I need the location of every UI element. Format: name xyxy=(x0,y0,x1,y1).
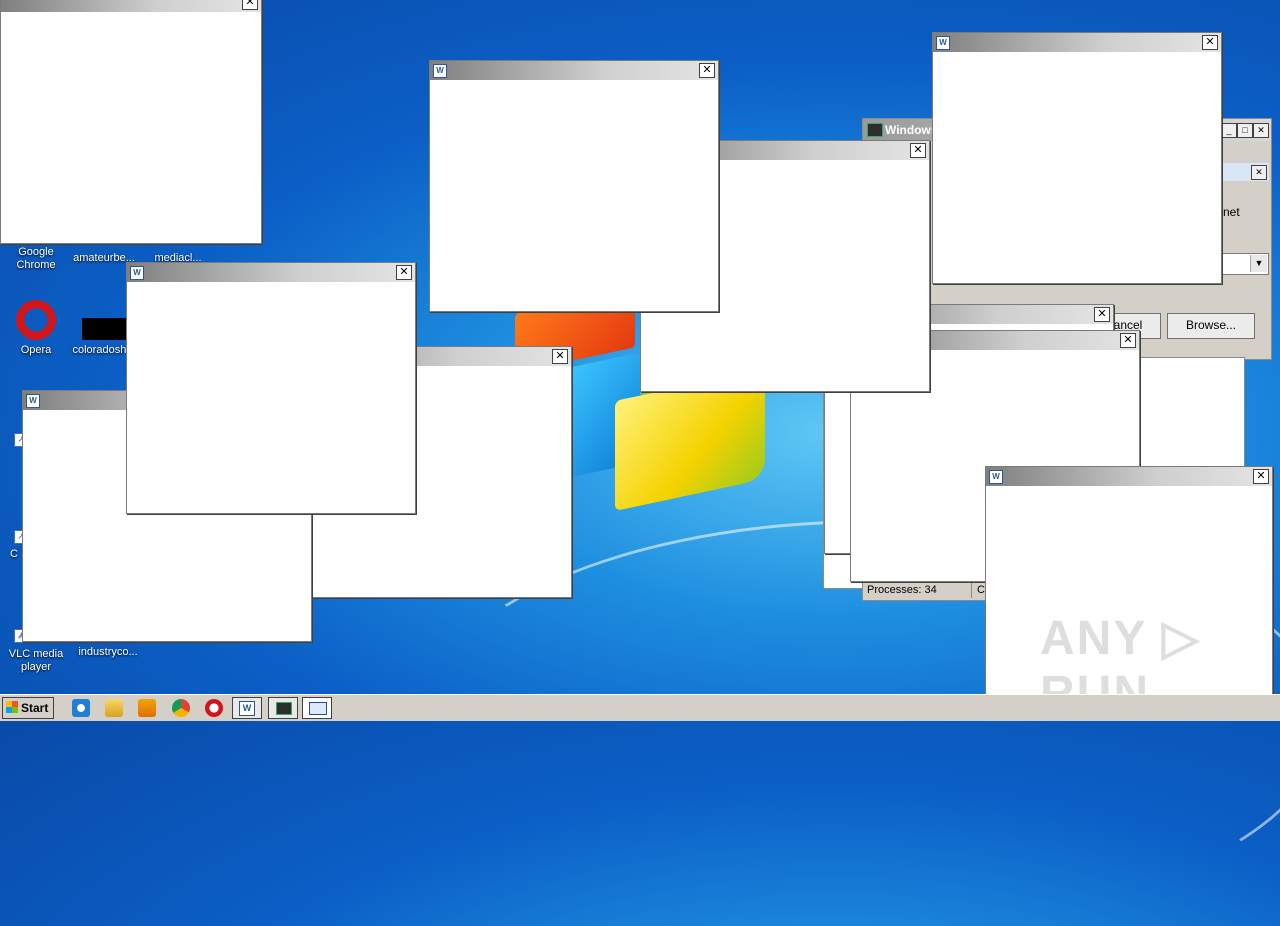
desktop-icon-chrome[interactable]: Google Chrome xyxy=(4,246,68,272)
desktop-icon-opera[interactable]: Opera xyxy=(4,300,68,357)
close-icon[interactable]: ✕ xyxy=(1253,123,1269,138)
popup-window[interactable]: W ✕ xyxy=(126,262,416,514)
open-combobox[interactable]: ▼ xyxy=(1221,253,1269,275)
opera-icon xyxy=(16,300,56,340)
desktop-icon-label: Google Chrome xyxy=(16,246,56,271)
taskbar-window-button[interactable] xyxy=(302,697,332,719)
desktop-icon-industryco[interactable]: industryco... xyxy=(76,646,140,659)
popup-titlebar[interactable]: ✕ xyxy=(1,0,261,12)
word-icon: W xyxy=(239,701,255,716)
task-manager-title: Windows xyxy=(885,123,938,137)
word-icon: W xyxy=(26,394,40,408)
internet-explorer-icon[interactable] xyxy=(72,699,90,717)
close-icon[interactable]: ✕ xyxy=(242,0,258,10)
close-icon[interactable]: ✕ xyxy=(1253,469,1269,484)
word-icon: W xyxy=(433,64,447,78)
close-icon[interactable]: ✕ xyxy=(396,265,412,280)
close-icon[interactable]: ✕ xyxy=(1202,35,1218,50)
maximize-icon[interactable]: □ xyxy=(1237,123,1253,138)
start-button[interactable]: Start xyxy=(2,697,54,719)
popup-titlebar[interactable]: W ✕ xyxy=(430,61,718,80)
close-icon[interactable]: ✕ xyxy=(699,63,715,78)
chevron-down-icon[interactable]: ▼ xyxy=(1250,255,1267,272)
task-manager-statusbar: Processes: 34 CF xyxy=(862,582,992,601)
minimize-icon[interactable]: _ xyxy=(1221,123,1237,138)
popup-window[interactable]: ✕ xyxy=(0,0,262,244)
taskbar-word-button[interactable]: W xyxy=(232,697,262,719)
file-icon xyxy=(82,318,126,340)
popup-titlebar[interactable]: W ✕ xyxy=(127,263,415,282)
close-icon[interactable]: ✕ xyxy=(552,349,568,364)
media-player-icon[interactable] xyxy=(138,699,156,717)
chrome-icon[interactable] xyxy=(172,699,190,717)
desktop-icon-label: VLC media player xyxy=(8,648,64,673)
word-icon: W xyxy=(989,470,1003,484)
explorer-folder-icon[interactable] xyxy=(105,699,123,717)
word-icon: W xyxy=(936,36,950,50)
close-icon[interactable]: ✕ xyxy=(910,143,926,158)
taskbar: Start W xyxy=(0,694,1280,721)
window-icon xyxy=(309,702,327,715)
taskbar-task-manager-button[interactable] xyxy=(268,697,298,719)
dialog-partial-text: rnet xyxy=(1219,205,1240,219)
dialog-header-strip: ✕ xyxy=(1223,163,1269,181)
desktop-icon-label: Opera xyxy=(20,344,52,356)
close-icon[interactable]: ✕ xyxy=(1094,307,1110,322)
popup-titlebar[interactable]: W ✕ xyxy=(986,467,1272,486)
desktop-icon-label: industryco... xyxy=(78,646,138,658)
popup-window[interactable]: W ✕ xyxy=(932,32,1222,284)
status-processes: Processes: 34 xyxy=(863,583,972,598)
popup-window[interactable]: W ✕ xyxy=(429,60,719,312)
task-manager-icon xyxy=(867,123,883,137)
close-icon[interactable]: ✕ xyxy=(1251,165,1267,180)
windows-flag-icon xyxy=(6,701,18,713)
popup-titlebar[interactable]: W ✕ xyxy=(933,33,1221,52)
start-label: Start xyxy=(21,701,49,715)
close-icon[interactable]: ✕ xyxy=(1120,333,1136,348)
word-icon: W xyxy=(130,266,144,280)
opera-icon[interactable] xyxy=(205,699,223,717)
browse-button[interactable]: Browse... xyxy=(1167,313,1255,339)
task-manager-icon xyxy=(276,702,292,715)
